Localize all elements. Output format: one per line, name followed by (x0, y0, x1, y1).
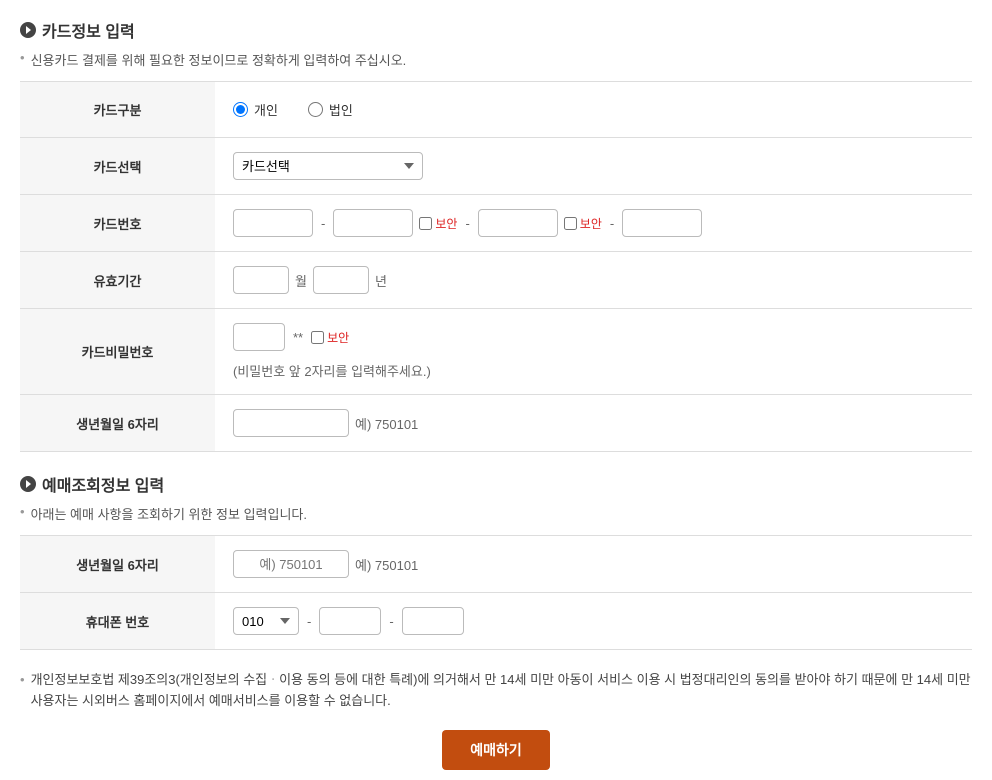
card-number-3[interactable] (478, 209, 558, 237)
secure-check-1: 보안 (419, 215, 457, 232)
inquiry-birth-example: 예) 750101 (355, 555, 418, 574)
card-number-4[interactable] (622, 209, 702, 237)
birth-example: 예) 750101 (355, 414, 418, 433)
expiry-label: 유효기간 (20, 252, 215, 308)
card-info-title-row: 카드정보 입력 (20, 18, 972, 42)
inquiry-birth-input[interactable] (233, 550, 349, 578)
inquiry-desc-text: 아래는 예매 사항을 조회하기 위한 정보 입력입니다. (31, 504, 307, 523)
inquiry-title-row: 예매조회정보 입력 (20, 472, 972, 496)
card-info-title: 카드정보 입력 (42, 18, 135, 42)
secure-check-2: 보안 (564, 215, 602, 232)
expiry-value: 월 년 (215, 252, 972, 308)
expiry-month-input[interactable] (233, 266, 289, 294)
card-pin-value: ** 보안 (비밀번호 앞 2자리를 입력해주세요.) (215, 309, 972, 394)
phone-last-input[interactable] (402, 607, 464, 635)
card-number-label: 카드번호 (20, 195, 215, 251)
card-info-desc-text: 신용카드 결제를 위해 필요한 정보이므로 정확하게 입력하여 주십시오. (31, 50, 407, 69)
card-info-table: 카드구분 개인 법인 카드선택 카드선택 카드번호 - (20, 81, 972, 452)
card-select-row: 카드선택 카드선택 (20, 138, 972, 195)
secure-label-pin: 보안 (327, 329, 349, 346)
expiry-year-input[interactable] (313, 266, 369, 294)
card-number-2[interactable] (333, 209, 413, 237)
privacy-notice: • 개인정보보호법 제39조의3(개인정보의 수집ᆞ이용 동의 등에 대한 특례… (20, 670, 972, 712)
arrow-right-icon (20, 476, 36, 492)
inquiry-birth-value: 예) 750101 (215, 536, 972, 592)
radio-personal-label: 개인 (254, 100, 278, 119)
expiry-year-label: 년 (375, 271, 387, 290)
submit-wrap: 예매하기 (20, 730, 972, 770)
bullet-icon: • (20, 670, 25, 691)
birth-value: 예) 750101 (215, 395, 972, 451)
bullet-icon: • (20, 50, 25, 65)
inquiry-birth-label: 생년월일 6자리 (20, 536, 215, 592)
inquiry-title: 예매조회정보 입력 (42, 472, 164, 496)
card-type-value: 개인 법인 (215, 82, 972, 137)
expiry-month-label: 월 (295, 271, 307, 290)
secure-checkbox-2[interactable] (564, 217, 577, 230)
card-pin-row: 카드비밀번호 ** 보안 (비밀번호 앞 2자리를 입력해주세요.) (20, 309, 972, 395)
expiry-row: 유효기간 월 년 (20, 252, 972, 309)
card-pin-label: 카드비밀번호 (20, 309, 215, 394)
card-type-row: 카드구분 개인 법인 (20, 82, 972, 138)
submit-button[interactable]: 예매하기 (442, 730, 550, 770)
dash-icon: - (610, 216, 614, 231)
card-pin-hint: (비밀번호 앞 2자리를 입력해주세요.) (233, 361, 431, 380)
dash-icon: - (321, 216, 325, 231)
inquiry-table: 생년월일 6자리 예) 750101 휴대폰 번호 010 - - (20, 535, 972, 650)
radio-personal-input[interactable] (233, 102, 248, 117)
inquiry-birth-row: 생년월일 6자리 예) 750101 (20, 536, 972, 593)
inquiry-desc: • 아래는 예매 사항을 조회하기 위한 정보 입력입니다. (20, 504, 972, 523)
card-info-desc: • 신용카드 결제를 위해 필요한 정보이므로 정확하게 입력하여 주십시오. (20, 50, 972, 69)
card-select-label: 카드선택 (20, 138, 215, 194)
birth-label: 생년월일 6자리 (20, 395, 215, 451)
radio-personal[interactable]: 개인 (233, 100, 278, 119)
secure-checkbox-pin[interactable] (311, 331, 324, 344)
card-select-dropdown[interactable]: 카드선택 (233, 152, 423, 180)
phone-row: 휴대폰 번호 010 - - (20, 593, 972, 650)
radio-corporate[interactable]: 법인 (308, 100, 353, 119)
card-type-label: 카드구분 (20, 82, 215, 137)
phone-prefix-select[interactable]: 010 (233, 607, 299, 635)
dash-icon: - (389, 614, 393, 629)
secure-label-1: 보안 (435, 215, 457, 232)
dash-icon: - (307, 614, 311, 629)
radio-corporate-label: 법인 (329, 100, 353, 119)
arrow-right-icon (20, 22, 36, 38)
card-number-value: - 보안 - 보안 - (215, 195, 972, 251)
pin-stars: ** (293, 330, 303, 345)
radio-corporate-input[interactable] (308, 102, 323, 117)
card-select-value: 카드선택 (215, 138, 972, 194)
card-pin-input[interactable] (233, 323, 285, 351)
card-number-row: 카드번호 - 보안 - 보안 - (20, 195, 972, 252)
privacy-notice-text: 개인정보보호법 제39조의3(개인정보의 수집ᆞ이용 동의 등에 대한 특례)에… (31, 670, 972, 712)
secure-check-pin: 보안 (311, 329, 349, 346)
secure-checkbox-1[interactable] (419, 217, 432, 230)
secure-label-2: 보안 (580, 215, 602, 232)
card-number-1[interactable] (233, 209, 313, 237)
birth-row: 생년월일 6자리 예) 750101 (20, 395, 972, 452)
bullet-icon: • (20, 504, 25, 519)
dash-icon: - (465, 216, 469, 231)
phone-mid-input[interactable] (319, 607, 381, 635)
phone-value: 010 - - (215, 593, 972, 649)
phone-label: 휴대폰 번호 (20, 593, 215, 649)
birth-input[interactable] (233, 409, 349, 437)
